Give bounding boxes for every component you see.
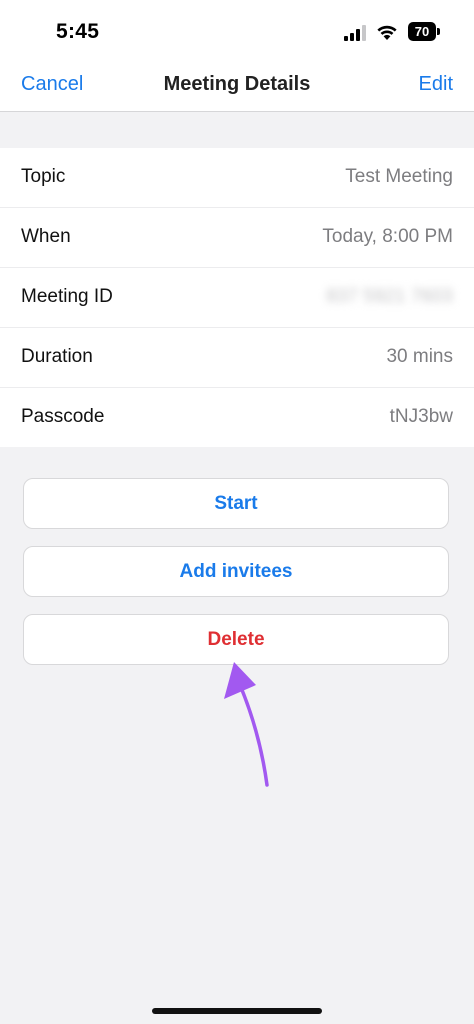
navigation-bar: Meeting Details Cancel Edit <box>0 60 474 112</box>
home-indicator[interactable] <box>152 1008 322 1014</box>
detail-label: Passcode <box>21 406 105 427</box>
battery-icon: 70 <box>408 22 440 41</box>
annotation-arrow-icon <box>224 662 269 787</box>
detail-label: Duration <box>21 346 93 367</box>
detail-label: Topic <box>21 166 66 187</box>
cancel-button[interactable]: Cancel <box>21 73 83 96</box>
detail-row-passcode: Passcode tNJ3bw <box>0 388 474 447</box>
detail-value: Test Meeting <box>345 166 453 187</box>
status-bar: 5:45 70 <box>0 0 474 60</box>
detail-value: 30 mins <box>386 346 453 367</box>
wifi-icon <box>377 25 397 40</box>
status-time: 5:45 <box>56 20 100 43</box>
add-invitees-button[interactable]: Add invitees <box>23 546 449 597</box>
battery-tip <box>437 28 440 35</box>
cellular-signal-icon <box>344 25 366 41</box>
detail-label: Meeting ID <box>21 286 113 307</box>
meeting-id-value-blurred: 837 5921 7603 <box>326 286 453 307</box>
detail-row-meeting-id: Meeting ID 837 5921 7603 <box>0 268 474 328</box>
edit-button[interactable]: Edit <box>419 73 453 96</box>
detail-row-duration: Duration 30 mins <box>0 328 474 388</box>
meeting-details-list: Topic Test Meeting When Today, 8:00 PM M… <box>0 148 474 447</box>
detail-value: Today, 8:00 PM <box>322 226 453 247</box>
detail-label: When <box>21 226 71 247</box>
start-button[interactable]: Start <box>23 478 449 529</box>
detail-row-topic: Topic Test Meeting <box>0 148 474 208</box>
detail-value: tNJ3bw <box>389 406 453 427</box>
battery-level: 70 <box>408 22 436 41</box>
detail-row-when: When Today, 8:00 PM <box>0 208 474 268</box>
